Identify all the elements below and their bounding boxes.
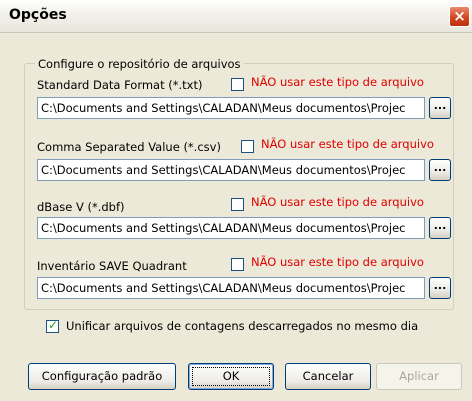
csv-browse-button[interactable]: ... xyxy=(429,159,451,181)
cancel-button[interactable]: Cancelar xyxy=(285,363,371,390)
window-title: Opções xyxy=(9,7,67,23)
title-bar[interactable]: Opções × xyxy=(0,0,472,33)
txt-no-use-label[interactable]: NÃO usar este tipo de arquivo xyxy=(251,75,424,89)
close-icon: × xyxy=(453,7,466,25)
save-quadrant-no-use-checkbox[interactable] xyxy=(231,258,244,271)
csv-no-use-label[interactable]: NÃO usar este tipo de arquivo xyxy=(261,137,434,151)
dbf-format-label: dBase V (*.dbf) xyxy=(37,200,125,214)
save-quadrant-label: Inventário SAVE Quadrant xyxy=(37,259,187,273)
apply-button[interactable]: Aplicar xyxy=(376,363,462,390)
groupbox-legend: Configure o repositório de arquivos xyxy=(35,57,244,71)
dbf-browse-button[interactable]: ... xyxy=(429,217,451,239)
txt-browse-button[interactable]: ... xyxy=(429,97,451,119)
unify-checkbox[interactable] xyxy=(46,318,59,333)
txt-path-field[interactable]: C:\Documents and Settings\CALADAN\Meus d… xyxy=(37,97,425,119)
txt-no-use-checkbox[interactable] xyxy=(231,78,244,91)
ok-button[interactable]: OK xyxy=(188,363,274,390)
dbf-no-use-label[interactable]: NÃO usar este tipo de arquivo xyxy=(251,195,424,209)
txt-format-label: Standard Data Format (*.txt) xyxy=(37,78,203,92)
csv-path-field[interactable]: C:\Documents and Settings\CALADAN\Meus d… xyxy=(37,159,425,181)
default-config-button[interactable]: Configuração padrão xyxy=(28,363,176,390)
save-quadrant-path-field[interactable]: C:\Documents and Settings\CALADAN\Meus d… xyxy=(37,277,425,299)
save-quadrant-no-use-label[interactable]: NÃO usar este tipo de arquivo xyxy=(251,255,424,269)
unify-label[interactable]: Unificar arquivos de contagens descarreg… xyxy=(66,319,418,333)
csv-format-label: Comma Separated Value (*.csv) xyxy=(37,140,221,154)
dbf-path-field[interactable]: C:\Documents and Settings\CALADAN\Meus d… xyxy=(37,217,425,239)
csv-no-use-checkbox[interactable] xyxy=(241,140,254,153)
save-quadrant-browse-button[interactable]: ... xyxy=(429,277,451,299)
dbf-no-use-checkbox[interactable] xyxy=(231,198,244,211)
close-button[interactable]: × xyxy=(449,6,470,27)
